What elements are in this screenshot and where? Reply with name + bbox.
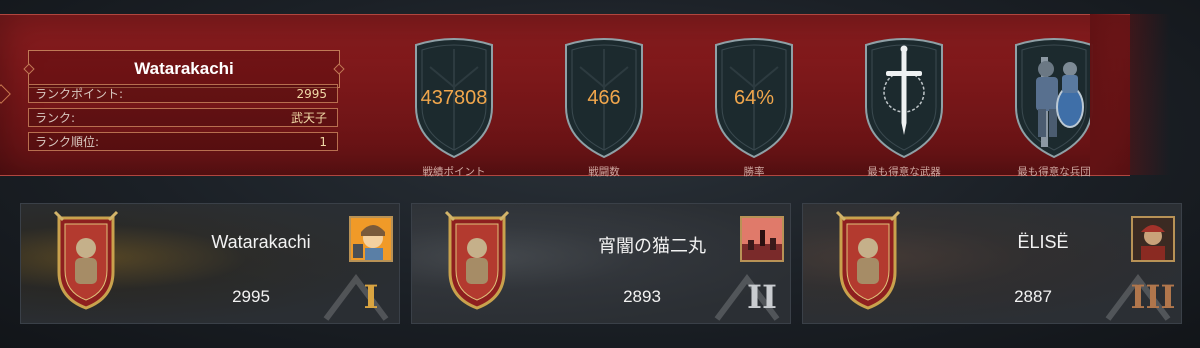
stat-label: ランクポイント: [35, 87, 124, 101]
win-rate-value: 64% [733, 87, 775, 109]
player-score: 2887 [1014, 287, 1052, 306]
avatar-icon [351, 218, 391, 260]
stat-label: ランク順位: [35, 135, 100, 149]
stat-value: 2995 [296, 86, 327, 101]
rank-crest-icon [444, 210, 510, 310]
stat-value: 武天子 [290, 111, 327, 125]
knight-unit-icon [1015, 38, 1093, 159]
win-rate-badge: 64% 勝率 [712, 37, 796, 178]
rank-crest-icon [53, 210, 119, 310]
player-summary-banner: Watarakachi ランクポイント: 2995 ランク: 武天子 ランク順位… [0, 14, 1170, 178]
best-unit-label: 最も得意な兵団 [1017, 166, 1091, 178]
avatar-icon [742, 218, 782, 260]
leaderboard-card-3[interactable]: ËLISË 2887 III [802, 203, 1182, 324]
battle-points-label: 戦績ポイント [422, 166, 486, 178]
best-weapon-label: 最も得意な武器 [867, 166, 941, 178]
corner-ornament-icon [333, 63, 345, 75]
battle-points-badge: 437808 戦績ポイント [412, 37, 496, 178]
stat-rank-position: ランク順位: 1 [28, 132, 338, 151]
diamond-ornament-icon [0, 84, 11, 104]
player-avatar[interactable] [740, 216, 784, 262]
player-score: 2893 [623, 287, 661, 306]
rank-crest-icon [835, 210, 901, 310]
rank-numeral: III [1130, 278, 1176, 316]
leaderboard-card-1[interactable]: Watarakachi 2995 I [20, 203, 400, 324]
battles-badge: 466 戦闘数 [562, 37, 646, 178]
player-avatar[interactable] [1131, 216, 1175, 262]
player-name-plate: Watarakachi [23, 50, 345, 88]
leaderboard-card-2[interactable]: 宵闇の猫二丸 2893 II [411, 203, 791, 324]
player-name: Watarakachi [211, 232, 311, 252]
player-score: 2995 [232, 287, 270, 306]
player-name: 宵闇の猫二丸 [598, 236, 706, 256]
player-name: ËLISË [1017, 232, 1069, 252]
rank-numeral: I [363, 278, 379, 316]
stat-value: 1 [319, 134, 327, 149]
player-avatar[interactable] [349, 216, 393, 262]
battles-label: 戦闘数 [588, 166, 620, 178]
best-weapon-badge[interactable]: 最も得意な武器 [862, 37, 946, 178]
stat-label: ランク: [35, 111, 76, 125]
win-rate-label: 勝率 [743, 166, 765, 178]
battle-points-value: 437808 [420, 87, 488, 109]
rank-numeral: II [747, 278, 777, 316]
sword-icon [865, 38, 943, 159]
player-name: Watarakachi [134, 59, 234, 78]
corner-ornament-icon [23, 63, 35, 75]
stat-rank-points: ランクポイント: 2995 [28, 84, 338, 103]
best-unit-badge[interactable]: 最も得意な兵団 [1012, 37, 1096, 178]
stat-rank: ランク: 武天子 [28, 108, 338, 127]
avatar-icon [1133, 218, 1173, 260]
battles-value: 466 [587, 87, 621, 109]
